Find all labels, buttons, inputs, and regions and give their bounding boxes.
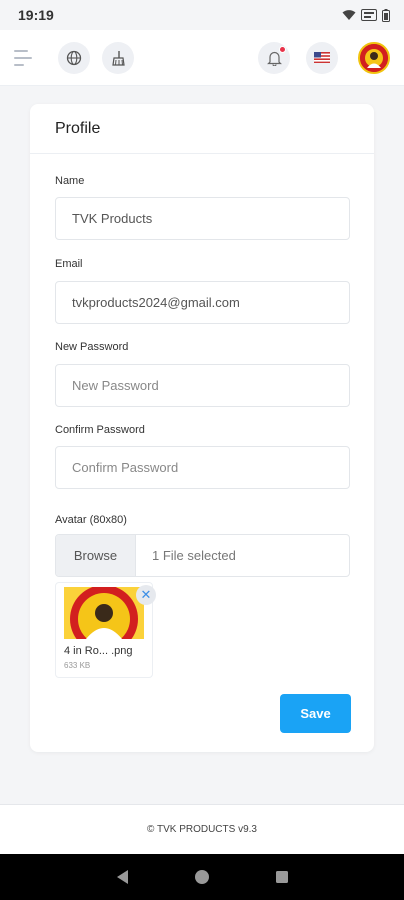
new-password-label: New Password (55, 341, 129, 353)
name-input[interactable]: TVK Products (55, 197, 350, 240)
avatar-image (360, 43, 388, 72)
card-title: Profile (30, 104, 374, 154)
notifications-button[interactable] (258, 41, 290, 74)
email-input[interactable]: tvkproducts2024@gmail.com (55, 281, 350, 324)
battery-icon (382, 8, 390, 22)
avatar-file-input[interactable]: Browse 1 File selected (55, 534, 350, 577)
us-flag-icon (314, 52, 330, 63)
confirm-password-input[interactable]: Confirm Password (55, 446, 350, 489)
save-button[interactable]: Save (280, 694, 351, 733)
back-icon[interactable] (115, 869, 129, 885)
avatar-label: Avatar (80x80) (55, 514, 127, 526)
status-bar: 19:19 (0, 0, 404, 30)
recents-icon[interactable] (275, 870, 289, 884)
broom-icon (112, 50, 125, 66)
name-label: Name (55, 175, 85, 187)
home-icon[interactable] (194, 869, 210, 885)
status-time: 19:19 (18, 7, 54, 23)
clear-cache-button[interactable] (102, 41, 134, 74)
wifi-icon (342, 10, 356, 20)
no-sim-icon (361, 9, 377, 21)
notification-badge (279, 45, 286, 53)
globe-icon (66, 50, 82, 65)
status-icons (342, 8, 390, 22)
uploaded-image-thumbnail (64, 587, 144, 639)
profile-card: Profile Name TVK Products Email tvkprodu… (30, 104, 374, 752)
uploaded-file-preview: ✕ 4 in Ro... .png 633 KB (55, 582, 156, 678)
file-status: 1 File selected (152, 548, 236, 563)
system-navigation-bar (0, 854, 404, 900)
locale-flag-button[interactable] (306, 41, 338, 74)
new-password-input[interactable]: New Password (55, 364, 350, 407)
email-label: Email (55, 258, 83, 270)
user-avatar[interactable] (358, 41, 390, 74)
uploaded-file-name: 4 in Ro... .png (64, 645, 133, 657)
browse-button[interactable]: Browse (56, 535, 136, 576)
menu-icon[interactable] (14, 49, 32, 66)
top-app-bar (0, 30, 404, 86)
confirm-password-label: Confirm Password (55, 424, 145, 436)
uploaded-file-size: 633 KB (64, 661, 91, 670)
language-globe-button[interactable] (58, 41, 90, 74)
footer-version: © TVK PRODUCTS v9.3 (0, 804, 404, 854)
remove-file-icon[interactable]: ✕ (136, 585, 156, 605)
